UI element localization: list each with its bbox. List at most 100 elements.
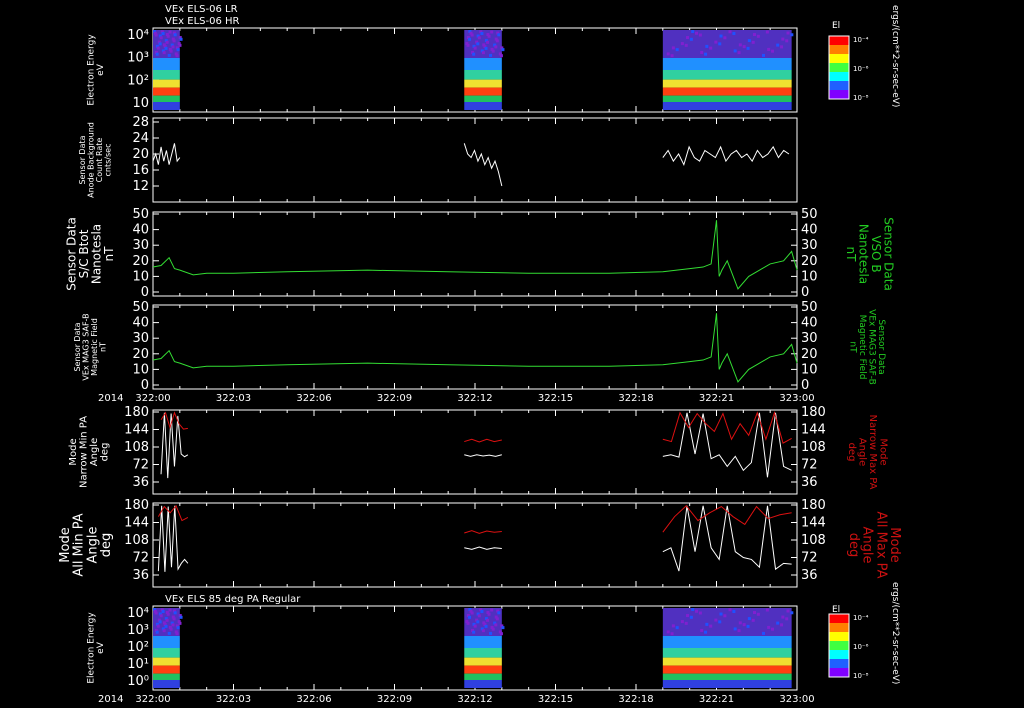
spec2-heat-noise [751,618,755,622]
spec1-heat-noise [781,37,785,41]
time-tick-label: 322:18 [618,694,653,705]
bmag-ytick-label-right: 10 [801,269,818,284]
spec1-heat-noise [751,40,755,44]
pa_all-series-0-seg-1 [464,546,502,550]
spec1-heat-noise [680,42,684,46]
bmag-ytick-label-right: 0 [801,285,809,300]
bg-series-0-seg-1 [463,143,503,187]
spec2-ytick-label: 10² [127,640,149,655]
spec2-heat-band [464,673,502,680]
spec2-heat-noise [158,620,162,624]
pa_all-right-label: ModeAll Max PAAngledeg [846,511,902,578]
spec2-heat-noise [466,621,470,625]
bmag-ylabel: Sensor DataS/C BtotNanoteslanT [64,217,116,291]
spec1-heat-noise [171,45,175,49]
spec1-heat-noise [168,30,172,34]
time-tick-label: 322:21 [699,694,734,705]
colorbar-unit-bottom: ergs/(cm**2-sr-sec-eV) [890,582,900,684]
spec1-heat-noise [472,52,476,56]
spec1-heat-noise [486,40,490,44]
spec1-heat-band [464,102,502,110]
time-year-label: 2014 [98,393,123,404]
spec1-heat-noise [487,34,491,38]
time-tick-label: 322:00 [135,393,170,404]
spec1-heat-noise [484,46,488,50]
spec2-heat-noise [718,620,722,624]
spec1-ylabel: Electron Energy eV [86,34,105,106]
pa_narrow-ytick-label: 180 [124,405,149,420]
colorbar-label-bottom: El [832,605,840,615]
spec1-colorbar-swatch [829,81,849,90]
spec1-heat-noise [786,31,790,35]
pa_all-right-label-line: deg [846,533,861,558]
spec2-heat-noise [494,623,498,627]
spec2-heat-noise [689,615,693,619]
pa_all-ytick-label: 144 [124,516,149,531]
spec2-heat-noise [714,618,718,622]
bmag-ytick-label-right: 30 [801,238,818,253]
spec1-heat-band [662,95,792,102]
bmag-ytick-label: 10 [132,269,149,284]
spec1-heat-band [662,79,792,88]
spec1-heat-noise [167,53,171,57]
spec1-heat-noise [790,33,794,37]
spec2-heat-band [153,657,180,666]
spec1-heat-noise [756,34,760,38]
pa_all-ytick-label: 36 [132,568,149,583]
spec2-heat-noise [179,615,183,619]
spec2-ytick-label: 10³ [127,623,149,638]
pa_narrow-ytick-label-right: 144 [801,423,826,438]
spec2-heat-noise [165,618,169,622]
pa_all-ytick-label-right: 36 [801,568,818,583]
pa_narrow-ytick-label-right: 180 [801,405,826,420]
spec2-heat-noise [680,620,684,624]
spec1-heat-noise [172,39,176,43]
spec2-heat-noise [695,609,699,613]
spec2-heat-noise [154,611,158,615]
spec2-heat-noise [155,630,159,634]
spec1-heat-noise [737,51,741,55]
spec1-heat-noise [762,53,766,57]
spec1-heat-band [153,70,180,80]
spec2-heat-band [464,636,502,648]
spec2-heat-noise [468,615,472,619]
spec2-heat-noise [159,614,163,618]
spec2-heat-noise [670,632,674,636]
spec2-heat-noise [776,621,780,625]
spec1-heat-noise [154,33,158,37]
spec2-heat-noise [705,622,709,626]
spec2-heat-noise [490,608,494,612]
spec2-ytick-label: 10⁴ [127,606,149,621]
spec1-heat-band [464,70,502,80]
spec2-heat-noise [675,626,679,630]
spec2-heat-noise [765,608,769,612]
spec1-heat-noise [746,46,750,50]
spec2-heat-noise [737,629,741,633]
spec1-heat-noise [675,48,679,52]
pa_narrow-series-1-seg-1 [464,438,502,443]
spec1-heat-noise [165,40,169,44]
spec1-heat-noise [771,49,775,53]
figure: 10⁴ 10³ 10² 10 Electron Energy eV 10⁻⁴ 10⁻⁶ 10⁻⁸… [58,4,902,705]
time-tick-label: 322:21 [699,393,734,404]
spec2-ytick-label: 10⁰ [127,674,149,689]
pa_all-ytick-label: 72 [132,551,149,566]
spec1-heat-noise [476,42,480,46]
bmag3-ytick-label: 50 [132,300,149,315]
spec2-heat-noise [746,624,750,628]
colorbar-label-top: El [832,21,840,31]
pa_narrow-right-label-line: deg [846,443,857,462]
bmag3-ytick-label: 0 [141,378,149,393]
bmag3-ytick-label: 20 [132,347,149,362]
spec1-heat-noise [767,47,771,51]
spec2-heat-noise [169,627,173,631]
bmag-ylabel-line: nT [102,246,116,262]
spec2-heat-noise [497,611,501,615]
spec1-heat-noise [155,52,159,56]
spec1-colorbar-swatch [829,45,849,54]
spec2-heat-band [662,673,792,680]
pa_narrow-ytick-label: 144 [124,423,149,438]
spec2-heat-noise [499,632,503,636]
bmag3-ytick-label-right: 20 [801,347,818,362]
spec1-heat-band [662,70,792,80]
